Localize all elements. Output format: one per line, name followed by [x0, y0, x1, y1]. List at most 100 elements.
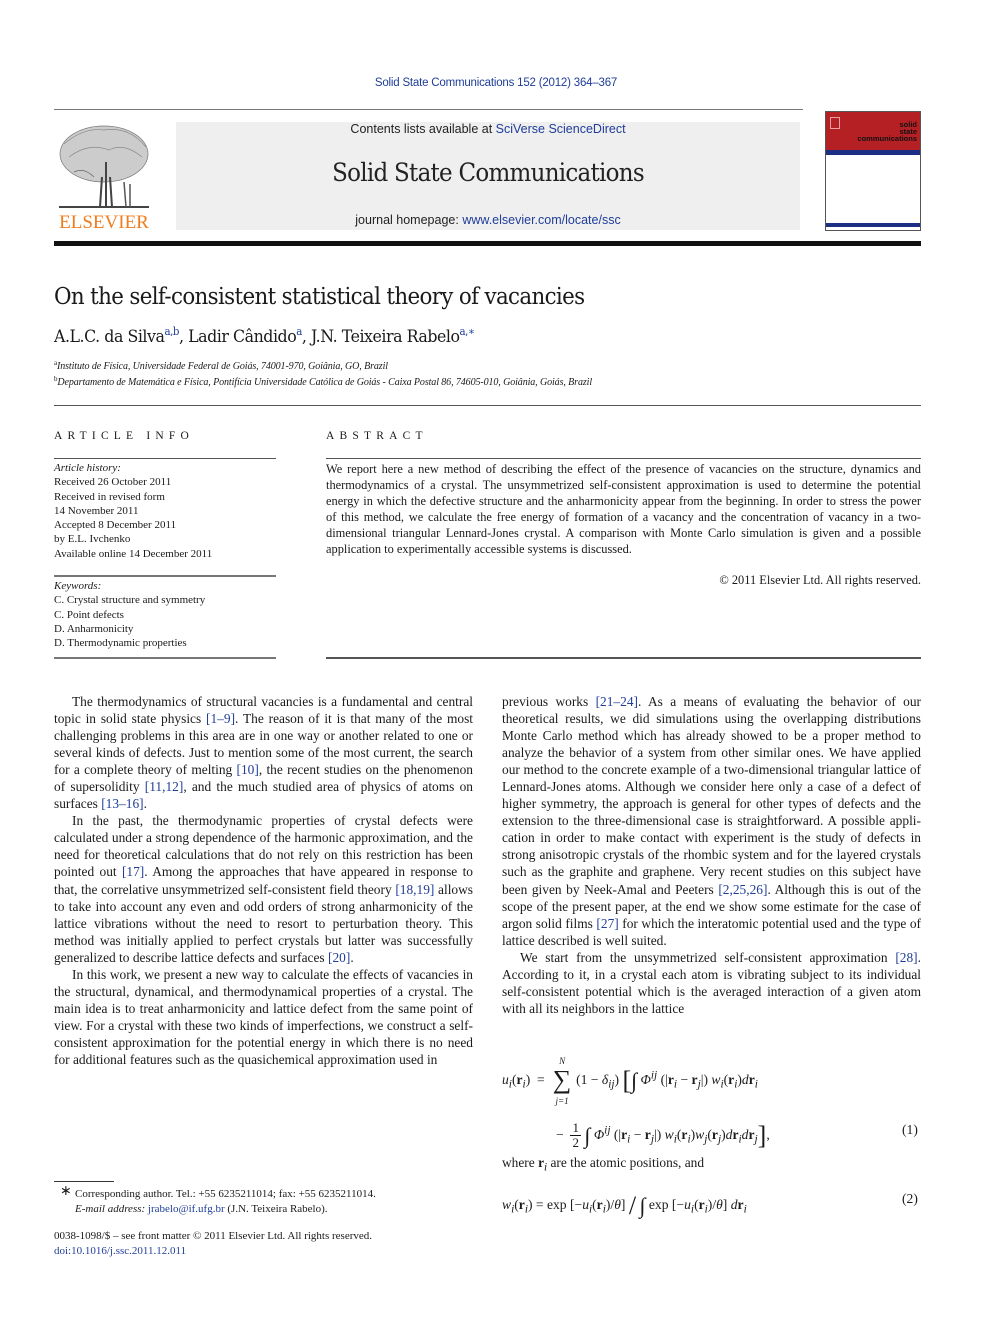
affiliation-a: aInstituto de Física, Universidade Feder… — [54, 359, 388, 372]
keywords-label: Keywords: — [54, 580, 102, 592]
article-info-heading: ARTICLE INFO — [54, 430, 194, 442]
email-link[interactable]: jrabelo@if.ufg.br — [148, 1203, 225, 1215]
elsevier-wordmark: ELSEVIER — [59, 212, 149, 233]
equation-1-line-1: ui(ri) = N ∑ j=1 (1 − δij) [∫ Φij (|ri − rj… — [502, 1055, 758, 1106]
summation-symbol: N ∑ j=1 — [552, 1055, 572, 1106]
journal-title: Solid State Communications — [332, 158, 645, 187]
body-column-left: The thermodynamics of structural vacanci… — [54, 693, 473, 1068]
citation-link[interactable]: [21–24] — [596, 694, 638, 709]
citation-link[interactable]: [28] — [895, 950, 917, 965]
email-owner: (J.N. Teixeira Rabelo). — [224, 1202, 328, 1215]
abstract-copyright: © 2011 Elsevier Ltd. All rights reserved… — [719, 573, 921, 587]
body-text: . As a means of evaluating the behavior … — [502, 694, 921, 897]
author-affil-link[interactable]: a,b — [164, 325, 179, 338]
body-text: In this work, we present a new way to ca… — [54, 966, 473, 1067]
author-list: A.L.C. da Silvaa,b, Ladir Cândidoa, J.N.… — [54, 325, 475, 347]
doi-link[interactable]: doi:10.1016/j.ssc.2011.12.011 — [54, 1244, 372, 1259]
body-text: We start from the unsymmetrized self-con… — [520, 949, 896, 965]
keyword-item: D. Anharmonicity — [54, 622, 134, 635]
affiliation-text: Departamento de Matemática e Física, Pon… — [57, 377, 593, 388]
citation-link[interactable]: [11,12] — [145, 779, 184, 794]
history-item: Available online 14 December 2011 — [54, 547, 213, 560]
author-affil-link[interactable]: a,∗ — [460, 325, 475, 338]
history-label: Article history: — [54, 462, 121, 474]
article-history: Article history: Received 26 October 201… — [54, 461, 212, 561]
history-item: 14 November 2011 — [54, 504, 139, 517]
where-suffix: are the atomic positions, and — [547, 1155, 705, 1170]
citation-link[interactable]: [10] — [237, 762, 259, 777]
elsevier-logo: ELSEVIER — [54, 122, 154, 234]
history-item: Accepted 8 December 2011 — [54, 519, 177, 532]
title-divider — [54, 405, 921, 406]
footnote-rule — [54, 1181, 114, 1182]
history-item: Received 26 October 2011 — [54, 476, 172, 489]
cover-title: solid state communications — [857, 121, 917, 143]
body-text: . — [143, 796, 147, 812]
body-paragraph: We start from the unsymmetrized self-con… — [502, 949, 921, 1017]
homepage-prefix: journal homepage: — [355, 213, 463, 227]
affiliation-text: Instituto de Física, Universidade Federa… — [57, 361, 388, 372]
author-name: J.N. Teixeira Rabelo — [311, 327, 460, 347]
front-matter: 0038-1098/$ – see front matter © 2011 El… — [54, 1229, 372, 1258]
article-info-rule — [54, 458, 276, 459]
equation-1-line-2: − 12 ∫ Φij (|ri − rj|) wi(ri)wj(rj)dridr… — [556, 1120, 770, 1151]
cover-blue-band — [826, 150, 920, 155]
body-column-right: previous works [21–24]. As a means of ev… — [502, 693, 921, 1017]
article-info-rule — [54, 657, 276, 659]
citation-link[interactable]: [27] — [596, 916, 618, 931]
header-thick-rule — [54, 241, 921, 246]
cover-title-line: communications — [857, 134, 917, 143]
equation-2-number: (2) — [902, 1191, 918, 1206]
body-paragraph: previous works [21–24]. As a means of ev… — [502, 693, 921, 949]
citation-link[interactable]: [18,19] — [395, 882, 434, 897]
affiliation-b: bDepartamento de Matemática e Física, Po… — [54, 375, 592, 388]
sciencedirect-link[interactable]: SciVerse ScienceDirect — [496, 122, 626, 136]
equation-where-text: where ri are the atomic positions, and — [502, 1155, 704, 1174]
history-item: Received in revised form — [54, 490, 165, 503]
equation-1-number: (1) — [902, 1122, 918, 1137]
abstract-rule — [326, 657, 921, 659]
elsevier-tree-icon — [59, 125, 149, 208]
body-paragraph: In the past, the thermodynamic propertie… — [54, 812, 473, 965]
abstract-rule — [326, 458, 921, 459]
author-separator: , — [301, 327, 312, 347]
equation-2: wi(ri) = exp [−ui(ri)/θ] / ∫ exp [−ui(ri… — [502, 1191, 747, 1220]
author-name: Ladir Cândido — [188, 327, 297, 347]
article-info-rule — [54, 575, 276, 577]
footnote-star: ∗ — [60, 1184, 72, 1199]
article-title: On the self-consistent statistical theor… — [54, 284, 585, 310]
cover-footer-band — [826, 223, 920, 227]
abstract-text: We report here a new method of describin… — [326, 462, 921, 556]
contents-prefix: Contents lists available at — [350, 122, 496, 136]
homepage-link[interactable]: www.elsevier.com/locate/ssc — [462, 213, 620, 227]
journal-homepage: journal homepage: www.elsevier.com/locat… — [176, 213, 800, 227]
corresponding-author-text: Corresponding author. Tel.: +55 62352110… — [75, 1188, 376, 1200]
citation-link[interactable]: [1–9] — [206, 711, 235, 726]
citation-link[interactable]: [2,25,26] — [718, 882, 767, 897]
body-paragraph: The thermodynamics of structural vacanci… — [54, 693, 473, 812]
body-text: . — [350, 949, 354, 965]
journal-citation-link[interactable]: Solid State Communications 152 (2012) 36… — [0, 77, 992, 89]
abstract-heading: ABSTRACT — [326, 430, 428, 442]
cover-emblem-icon — [830, 117, 840, 129]
body-text: previous works — [502, 694, 596, 709]
keyword-item: C. Crystal structure and symmetry — [54, 594, 206, 607]
history-item: by E.L. Ivchenko — [54, 533, 131, 546]
author-separator: , — [178, 327, 189, 347]
issn-line: 0038-1098/$ – see front matter © 2011 El… — [54, 1230, 373, 1242]
citation-link[interactable]: [13–16] — [101, 796, 143, 811]
header-divider — [54, 109, 803, 110]
where-prefix: where — [502, 1155, 539, 1170]
email-label: E-mail address: — [75, 1202, 146, 1215]
keywords: Keywords: C. Crystal structure and symme… — [54, 579, 205, 650]
body-paragraph: In this work, we present a new way to ca… — [54, 966, 473, 1068]
author-name: A.L.C. da Silva — [54, 327, 165, 347]
citation-link[interactable]: [20] — [328, 950, 350, 965]
contents-availability: Contents lists available at SciVerse Sci… — [176, 122, 800, 136]
keyword-item: C. Point defects — [54, 608, 124, 621]
footnote: ∗ Corresponding author. Tel.: +55 623521… — [60, 1184, 376, 1216]
citation-link[interactable]: [17] — [122, 864, 144, 879]
journal-cover-thumbnail[interactable]: solid state communications — [825, 111, 921, 231]
journal-banner: Contents lists available at SciVerse Sci… — [176, 122, 800, 230]
keyword-item: D. Thermodynamic properties — [54, 637, 187, 650]
